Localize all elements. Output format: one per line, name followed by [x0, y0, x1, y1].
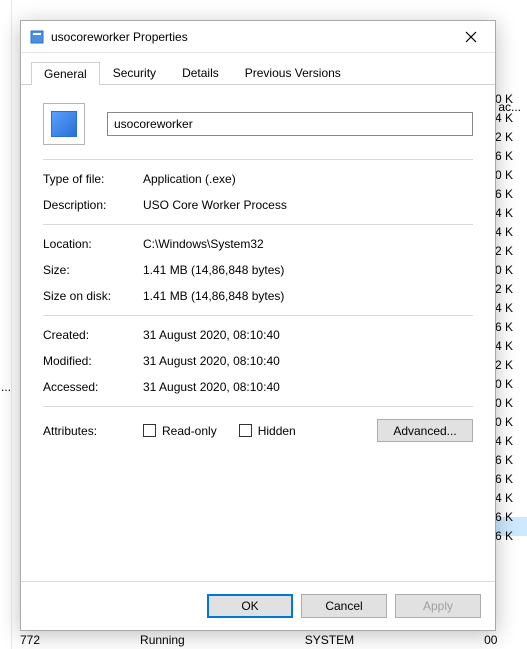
- tab-general[interactable]: General: [31, 62, 100, 85]
- checkbox-box-icon: [239, 424, 252, 437]
- value-size-on-disk: 1.41 MB (14,86,848 bytes): [143, 289, 473, 303]
- advanced-button[interactable]: Advanced...: [377, 419, 473, 442]
- window-title: usocoreworker Properties: [51, 30, 449, 44]
- cancel-button[interactable]: Cancel: [301, 594, 387, 618]
- ok-button[interactable]: OK: [207, 594, 293, 618]
- label-created: Created:: [43, 328, 143, 342]
- checkbox-readonly-label: Read-only: [162, 424, 217, 438]
- tab-security[interactable]: Security: [100, 61, 169, 84]
- value-accessed: 31 August 2020, 08:10:40: [143, 380, 473, 394]
- bg-memory-cell: 6 K: [491, 451, 527, 470]
- apply-button[interactable]: Apply: [395, 594, 481, 618]
- bg-memory-cell: 0 K: [491, 375, 527, 394]
- dialog-footer: OK Cancel Apply: [21, 581, 495, 630]
- bg-memory-cell: 4 K: [491, 299, 527, 318]
- bg-memory-cell: 4 K: [491, 223, 527, 242]
- row-created: Created: 31 August 2020, 08:10:40: [43, 328, 473, 342]
- bg-left-ellipsis: ...: [1, 380, 11, 394]
- label-description: Description:: [43, 198, 143, 212]
- tab-body-general: Type of file: Application (.exe) Descrip…: [21, 85, 495, 581]
- label-type: Type of file:: [43, 172, 143, 186]
- label-attributes: Attributes:: [43, 424, 143, 438]
- exe-icon: [51, 111, 77, 137]
- label-size: Size:: [43, 263, 143, 277]
- bg-memory-cell: 0 K: [491, 90, 527, 109]
- checkbox-readonly[interactable]: Read-only: [143, 424, 217, 438]
- bg-left-edge: [0, 0, 12, 649]
- bg-memory-cell: 6 K: [491, 185, 527, 204]
- close-button[interactable]: [449, 22, 493, 52]
- tab-previous-versions[interactable]: Previous Versions: [232, 61, 354, 84]
- tabstrip: General Security Details Previous Versio…: [21, 53, 495, 85]
- divider: [43, 159, 473, 160]
- bg-memory-cell: 4 K: [491, 432, 527, 451]
- bg-memory-column: 0 K4 K2 K6 K0 K6 K4 K4 K2 K0 K2 K4 K6 K4…: [491, 0, 527, 649]
- bg-memory-cell: 0 K: [491, 166, 527, 185]
- value-modified: 31 August 2020, 08:10:40: [143, 354, 473, 368]
- app-icon: [29, 29, 45, 45]
- bg-cpu: 00: [484, 633, 497, 647]
- bg-memory-cell: 6 K: [491, 318, 527, 337]
- label-modified: Modified:: [43, 354, 143, 368]
- row-accessed: Accessed: 31 August 2020, 08:10:40: [43, 380, 473, 394]
- bg-memory-cell: 2 K: [491, 356, 527, 375]
- file-name-input[interactable]: [107, 112, 473, 136]
- bg-bottom-row: 772 Running SYSTEM 00: [20, 633, 497, 647]
- label-accessed: Accessed:: [43, 380, 143, 394]
- value-created: 31 August 2020, 08:10:40: [143, 328, 473, 342]
- bg-user: SYSTEM: [305, 633, 354, 647]
- value-description: USO Core Worker Process: [143, 198, 473, 212]
- bg-memory-cell: 0 K: [491, 413, 527, 432]
- value-type: Application (.exe): [143, 172, 473, 186]
- bg-memory-cell: 4 K: [491, 204, 527, 223]
- titlebar: usocoreworker Properties: [21, 21, 495, 53]
- divider: [43, 406, 473, 407]
- bg-status: Running: [140, 633, 185, 647]
- tab-details[interactable]: Details: [169, 61, 232, 84]
- row-attributes: Attributes: Read-only Hidden Advanced...: [43, 419, 473, 442]
- bg-memory-cell: 0 K: [491, 261, 527, 280]
- checkbox-hidden-label: Hidden: [258, 424, 296, 438]
- bg-memory-cell: 4 K: [491, 109, 527, 128]
- bg-memory-cell: 2 K: [491, 280, 527, 299]
- divider: [43, 224, 473, 225]
- value-location: C:\Windows\System32: [143, 237, 473, 251]
- bg-memory-cell: 6 K: [491, 508, 527, 527]
- bg-memory-cell: 0 K: [491, 394, 527, 413]
- row-description: Description: USO Core Worker Process: [43, 198, 473, 212]
- bg-memory-cell: 6 K: [491, 147, 527, 166]
- checkbox-hidden[interactable]: Hidden: [239, 424, 296, 438]
- row-size: Size: 1.41 MB (14,86,848 bytes): [43, 263, 473, 277]
- bg-memory-cell: 2 K: [491, 128, 527, 147]
- bg-memory-cell: 2 K: [491, 242, 527, 261]
- name-row: [43, 103, 473, 145]
- close-icon: [465, 31, 477, 43]
- row-modified: Modified: 31 August 2020, 08:10:40: [43, 354, 473, 368]
- row-location: Location: C:\Windows\System32: [43, 237, 473, 251]
- properties-dialog: usocoreworker Properties General Securit…: [20, 20, 496, 631]
- value-size: 1.41 MB (14,86,848 bytes): [143, 263, 473, 277]
- label-size-on-disk: Size on disk:: [43, 289, 143, 303]
- bg-memory-cell: 4 K: [491, 489, 527, 508]
- row-type: Type of file: Application (.exe): [43, 172, 473, 186]
- row-size-on-disk: Size on disk: 1.41 MB (14,86,848 bytes): [43, 289, 473, 303]
- bg-pid: 772: [20, 633, 40, 647]
- divider: [43, 315, 473, 316]
- bg-memory-cell: 6 K: [491, 470, 527, 489]
- bg-memory-cell: 4 K: [491, 337, 527, 356]
- bg-memory-cell: 6 K: [491, 527, 527, 546]
- file-type-icon: [43, 103, 85, 145]
- checkbox-box-icon: [143, 424, 156, 437]
- label-location: Location:: [43, 237, 143, 251]
